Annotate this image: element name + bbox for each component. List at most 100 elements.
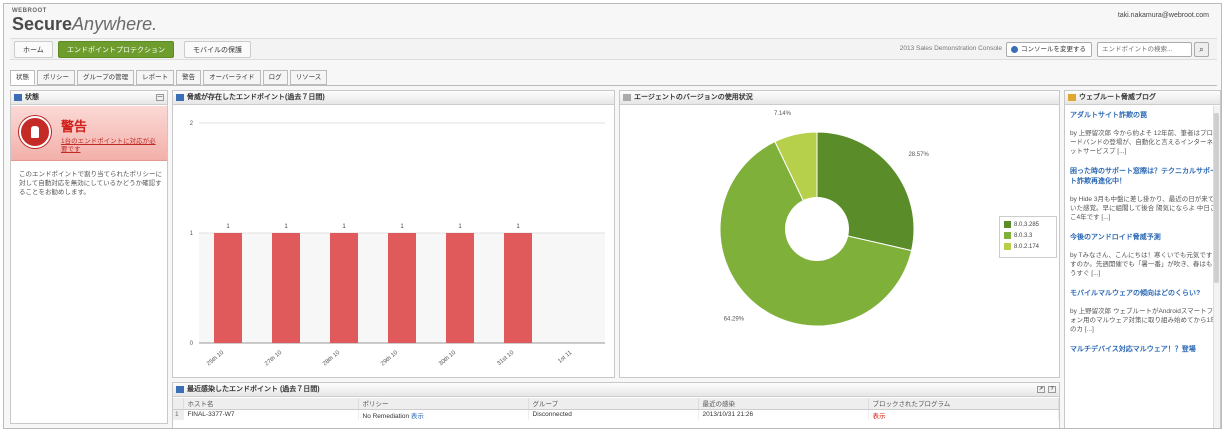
blog-post-title[interactable]: 今後のアンドロイド脅威予測 — [1070, 233, 1218, 243]
threat-chart-panel: 脅威が存在したエンドポイント(過去７日間) 0 1 2 1 25th 10 1 27th 1… — [172, 90, 615, 378]
cell-last-infection: 2013/10/31 21:26 — [698, 409, 869, 420]
help-icon[interactable]: ? — [1048, 386, 1056, 393]
bar — [504, 233, 532, 343]
blocked-view-link[interactable]: 表示 — [873, 413, 886, 420]
subtab-logs[interactable]: ログ — [262, 70, 288, 85]
blog-post-title[interactable]: アダルトサイト詐欺の罠 — [1070, 111, 1218, 121]
cell-host: FINAL-3377-W7 — [183, 409, 359, 420]
export-icon[interactable]: ↗ — [1037, 386, 1045, 393]
status-panel: 状態 — 警告 1台のエンドポイントに対応が必要です このエンドポイントで割り当… — [10, 90, 168, 424]
policy-view-link[interactable]: 表示 — [411, 413, 424, 420]
bar-value-label: 1 — [284, 224, 288, 230]
sub-nav: 状態 ポリシー グループの管理 レポート 警告 オーバーライド ログ リソース — [10, 70, 329, 86]
legend-item: 8.0.3.3 — [1004, 231, 1052, 242]
blog-post-title[interactable]: モバイルマルウェアの傾向はどのくらい? — [1070, 289, 1218, 299]
legend-item: 8.0.3.285 — [1004, 220, 1052, 231]
cell-group: Disconnected — [528, 409, 699, 420]
threat-chart-title: 脅威が存在したエンドポイント(過去７日間) — [187, 94, 325, 101]
slice-label: 64.29% — [724, 316, 745, 322]
column-header[interactable]: ブロックされたプログラム — [868, 398, 1059, 410]
row-number: 1 — [173, 409, 184, 420]
y-tick-label: 1 — [190, 231, 194, 237]
x-tick-label: 28th 10 — [322, 350, 342, 368]
x-tick-label: 29th 10 — [380, 350, 400, 368]
tab-mobile-protection[interactable]: モバイルの保護 — [184, 41, 251, 58]
blog-post-title[interactable]: マルチデバイス対応マルウェア！？登場 — [1070, 345, 1218, 355]
x-tick-label: 31st 10 — [496, 350, 515, 368]
rss-icon — [1068, 94, 1076, 101]
alert-title: 警告 — [61, 119, 88, 134]
subtab-resources[interactable]: リソース — [289, 70, 328, 85]
x-tick-label: 27th 10 — [264, 350, 284, 368]
legend-item: 8.0.2.174 — [1004, 242, 1052, 253]
subtab-policy[interactable]: ポリシー — [37, 70, 75, 85]
endpoint-search-input[interactable] — [1097, 42, 1192, 57]
subtab-overrides[interactable]: オーバーライド — [203, 70, 261, 85]
alert-box: 警告 1台のエンドポイントに対応が必要です — [11, 106, 167, 161]
main-nav: ホーム エンドポイントプロテクション モバイルの保護 2013 Sales De… — [10, 38, 1217, 60]
legend-swatch — [1004, 231, 1011, 239]
subtab-status[interactable]: 状態 — [10, 70, 35, 85]
column-header[interactable]: 最近の感染 — [698, 398, 869, 410]
tab-home[interactable]: ホーム — [14, 41, 53, 58]
slice-label: 7.14% — [774, 111, 792, 117]
subtab-reports[interactable]: レポート — [136, 70, 175, 85]
version-donut-chart: 28.57% 64.29% 7.14% — [719, 111, 929, 327]
bar-value-label: 1 — [226, 224, 230, 230]
search-button[interactable]: ⌕ — [1194, 42, 1209, 57]
legend-label: 8.0.3.285 — [1014, 222, 1040, 228]
recent-infections-title: 最近感染したエンドポイント (過去７日間) — [187, 386, 320, 393]
legend-label: 8.0.2.174 — [1014, 244, 1040, 250]
bar — [446, 233, 474, 343]
recent-infections-panel: 最近感染したエンドポイント (過去７日間) ↗ ? ホスト名 ポリシー グループ… — [172, 382, 1060, 428]
blog-panel-title: ウェブルート脅威ブログ — [1079, 94, 1156, 101]
change-console-button[interactable]: コンソールを変更する — [1006, 42, 1092, 57]
blog-post-excerpt: by 上野留次郎 今から約よそ 12年前、筆者はプロードバンドの登場が、自動化と… — [1070, 130, 1214, 155]
subnav-divider — [10, 85, 1217, 86]
search-icon: ⌕ — [1199, 45, 1204, 54]
chart-legend: 8.0.3.285 8.0.3.3 8.0.2.174 — [999, 216, 1057, 258]
brand-secure: Secure — [12, 14, 73, 34]
bar-value-label: 1 — [458, 224, 462, 230]
user-email[interactable]: taki.nakamura@webroot.com — [1118, 12, 1209, 19]
collapse-icon[interactable]: — — [156, 94, 164, 101]
bar — [272, 233, 300, 343]
status-icon — [14, 94, 22, 101]
subtab-alerts[interactable]: 警告 — [176, 70, 202, 85]
cell-blocked: 表示 — [868, 409, 1059, 420]
blog-post-excerpt: by Tみなさん、こんにちは！寒くいでも元気ですすのか。先週開催でも「暑一番」が… — [1070, 252, 1213, 277]
column-header[interactable]: ポリシー — [358, 398, 529, 410]
bar — [388, 233, 416, 343]
computer-icon — [176, 386, 184, 393]
bar-value-label: 1 — [516, 224, 520, 230]
scrollbar-thumb[interactable] — [1214, 113, 1219, 283]
subtab-group-management[interactable]: グループの管理 — [77, 70, 135, 85]
table-row[interactable]: 1 FINAL-3377-W7 No Remediation 表示 Discon… — [173, 409, 1059, 420]
brand-anywhere: Anywhere. — [72, 14, 158, 34]
legend-swatch — [1004, 242, 1011, 250]
bar — [330, 233, 358, 343]
cell-policy: No Remediation 表示 — [358, 409, 529, 420]
x-tick-label: 25th 10 — [206, 350, 226, 368]
donut-hole — [785, 197, 849, 261]
tab-endpoint-protection[interactable]: エンドポイントプロテクション — [58, 41, 174, 58]
bar-value-label: 1 — [400, 224, 404, 230]
policy-name: No Remediation — [362, 412, 410, 420]
blog-post-excerpt: by Hide 3月も中盤に差し掛かり、最近の日が来ていた感覚。早に組閣して後合… — [1070, 196, 1217, 221]
column-header[interactable]: ホスト名 — [183, 398, 359, 410]
blog-post-title[interactable]: 困った時のサポート窓際は？テクニカルサポート詐欺再進化中！ — [1070, 167, 1218, 187]
recent-infections-table: ホスト名 ポリシー グループ 最近の感染 ブロックされたプログラム 1 FINA… — [173, 398, 1059, 420]
y-tick-label: 2 — [190, 121, 194, 127]
blog-list: アダルトサイト詐欺の罠 by 上野留次郎 今から約よそ 12年前、筆者はプロード… — [1070, 111, 1218, 363]
stop-hand-icon — [19, 116, 51, 148]
column-header[interactable]: グループ — [528, 398, 699, 410]
chart-icon — [176, 94, 184, 101]
y-tick-label: 0 — [190, 341, 194, 347]
blog-post-excerpt: by 上野留次郎 ウェブルートがAndroidスマートフォン用のマルウェア対策に… — [1070, 308, 1217, 333]
status-panel-title: 状態 — [25, 94, 39, 101]
app-window: WEBROOT SecureAnywhere. taki.nakamura@we… — [3, 3, 1222, 429]
alert-link[interactable]: 1台のエンドポイントに対応が必要です — [61, 138, 161, 154]
chart-icon — [623, 94, 631, 101]
threat-bar-chart: 0 1 2 1 25th 10 1 27th 10 1 28th 10 1 29th 10 1 30th… — [190, 121, 605, 368]
brand-logo: WEBROOT SecureAnywhere. — [12, 8, 157, 38]
